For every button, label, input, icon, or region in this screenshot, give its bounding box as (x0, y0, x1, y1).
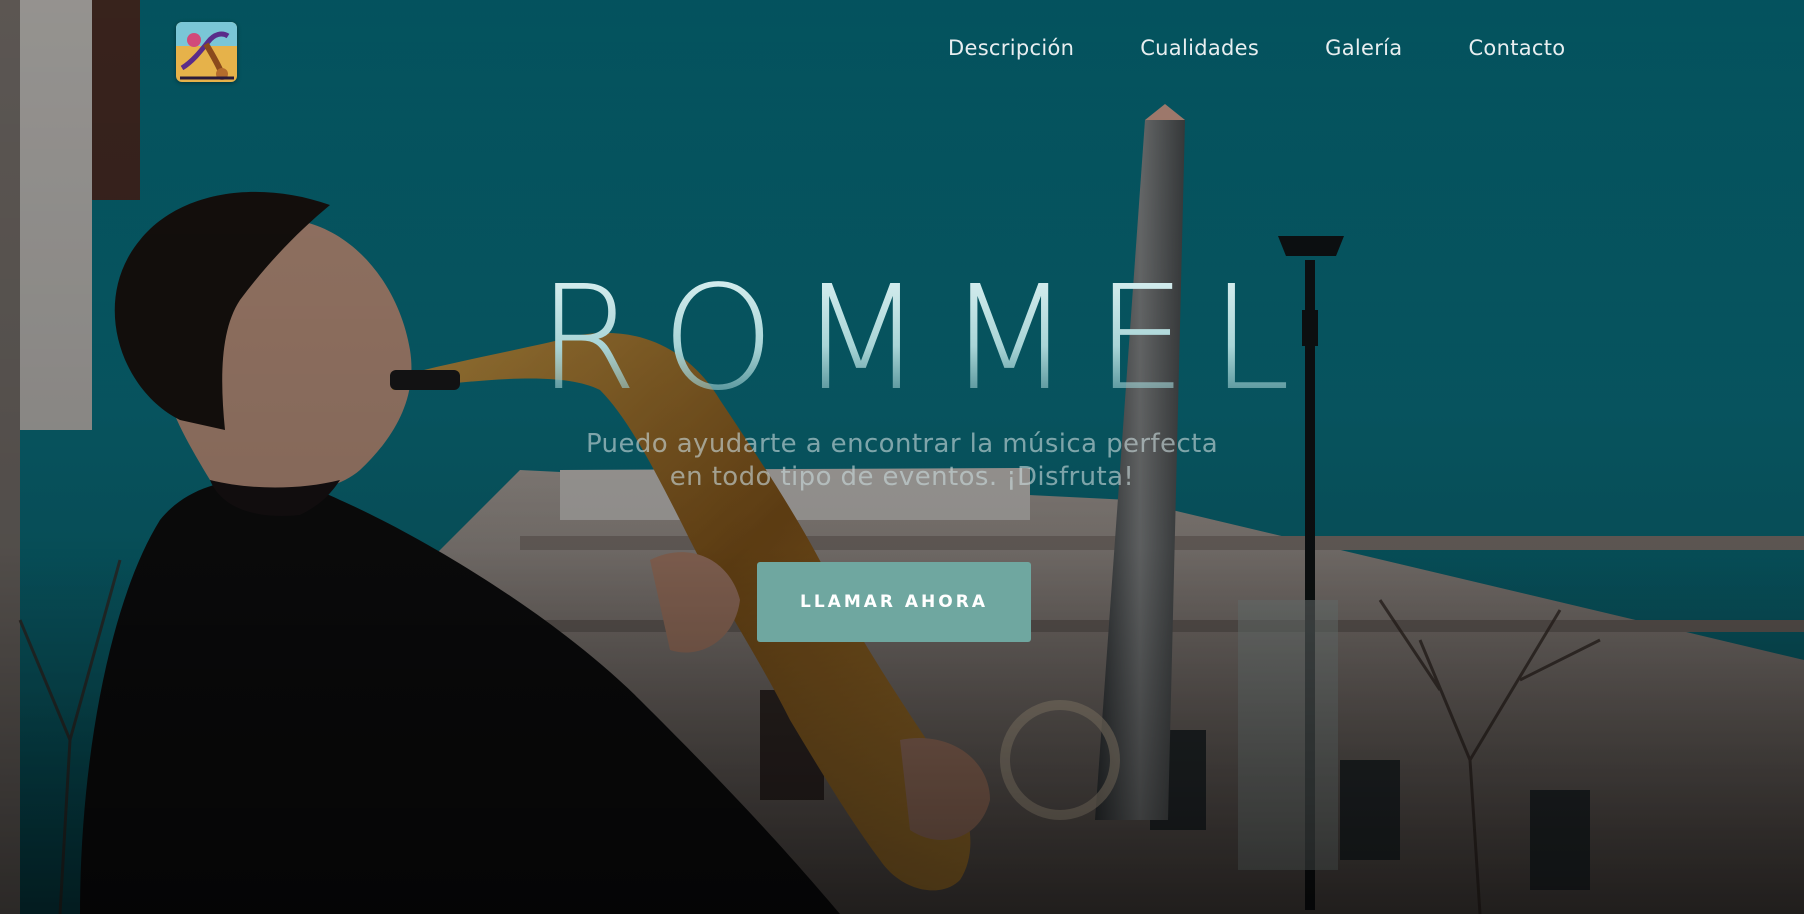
main-nav: Descripción Cualidades Galería Contacto (948, 36, 1565, 60)
call-now-button[interactable]: LLAMAR AHORA (757, 562, 1031, 642)
saxophone-logo-icon (176, 22, 237, 82)
nav-link-galeria[interactable]: Galería (1325, 36, 1402, 60)
nav-link-descripcion[interactable]: Descripción (948, 36, 1074, 60)
hero-subtitle-line-1: Puedo ayudarte a encontrar la música per… (585, 429, 1219, 459)
logo-link[interactable] (176, 22, 237, 82)
nav-link-cualidades[interactable]: Cualidades (1140, 36, 1259, 60)
hero-title: ROMMEL (0, 258, 1804, 418)
hero-subtitle: Puedo ayudarte a encontrar la música per… (0, 428, 1804, 494)
hero-subtitle-line-2: en todo tipo de eventos. ¡Disfruta! (669, 462, 1135, 492)
nav-link-contacto[interactable]: Contacto (1468, 36, 1565, 60)
top-navigation-bar: Descripción Cualidades Galería Contacto (0, 0, 1804, 110)
